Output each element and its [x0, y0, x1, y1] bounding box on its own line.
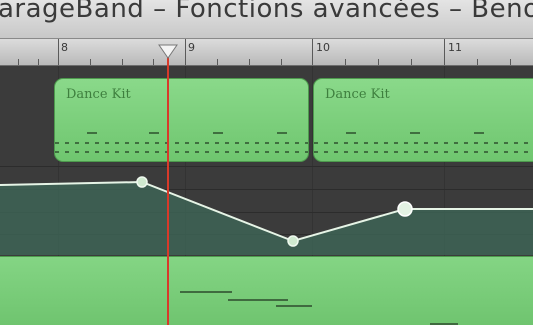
bar-number-9: 9 [188, 41, 195, 54]
ruler-minor-tick [510, 59, 511, 65]
bar-number-8: 8 [61, 41, 68, 54]
tracks-area[interactable]: Dance Kit Dance Kit [0, 66, 533, 325]
ruler-minor-tick [477, 59, 478, 65]
drum-note [149, 132, 159, 134]
automation-point[interactable] [136, 176, 148, 188]
ruler-minor-tick [90, 59, 91, 65]
ruler-major-tick [444, 39, 445, 65]
midi-region[interactable] [0, 256, 533, 325]
drum-note [346, 132, 356, 134]
drum-note [87, 132, 97, 134]
ruler-minor-tick [153, 59, 154, 65]
drum-note-row [55, 142, 308, 144]
bar-number-11: 11 [448, 41, 462, 54]
ruler-minor-tick [38, 59, 39, 65]
ruler-major-tick [312, 39, 313, 65]
ruler-minor-tick [122, 59, 123, 65]
ruler-major-tick [58, 39, 59, 65]
automation-point[interactable] [287, 235, 299, 247]
drum-note [213, 132, 223, 134]
playhead-line [167, 46, 169, 325]
title-bar: arageBand – Fonctions avancées – Benoit [0, 0, 533, 39]
midi-region[interactable]: Dance Kit [313, 78, 533, 162]
automation-point[interactable] [397, 201, 413, 217]
window-title: arageBand – Fonctions avancées – Benoit [0, 0, 533, 24]
timeline-ruler[interactable]: 8 9 10 11 [0, 39, 533, 66]
automation-curve[interactable] [0, 167, 533, 255]
ruler-minor-tick [411, 59, 412, 65]
garageband-window: arageBand – Fonctions avancées – Benoit … [0, 0, 533, 325]
bar-number-10: 10 [316, 41, 330, 54]
ruler-minor-tick [18, 59, 19, 65]
midi-note [276, 305, 312, 307]
ruler-minor-tick [217, 59, 218, 65]
ruler-major-tick [185, 39, 186, 65]
midi-note [180, 291, 232, 293]
ruler-minor-tick [378, 59, 379, 65]
drum-note-row [314, 142, 533, 144]
drum-note [277, 132, 287, 134]
drum-note [474, 132, 484, 134]
midi-region[interactable]: Dance Kit [54, 78, 309, 162]
ruler-minor-tick [249, 59, 250, 65]
drum-note [410, 132, 420, 134]
region-label: Dance Kit [325, 87, 390, 102]
playhead-triangle-icon[interactable] [158, 44, 178, 60]
drum-note-row [314, 151, 533, 153]
ruler-minor-tick [345, 59, 346, 65]
drum-note-row [55, 151, 308, 153]
midi-note [228, 299, 288, 301]
region-label: Dance Kit [66, 87, 131, 102]
ruler-minor-tick [281, 59, 282, 65]
